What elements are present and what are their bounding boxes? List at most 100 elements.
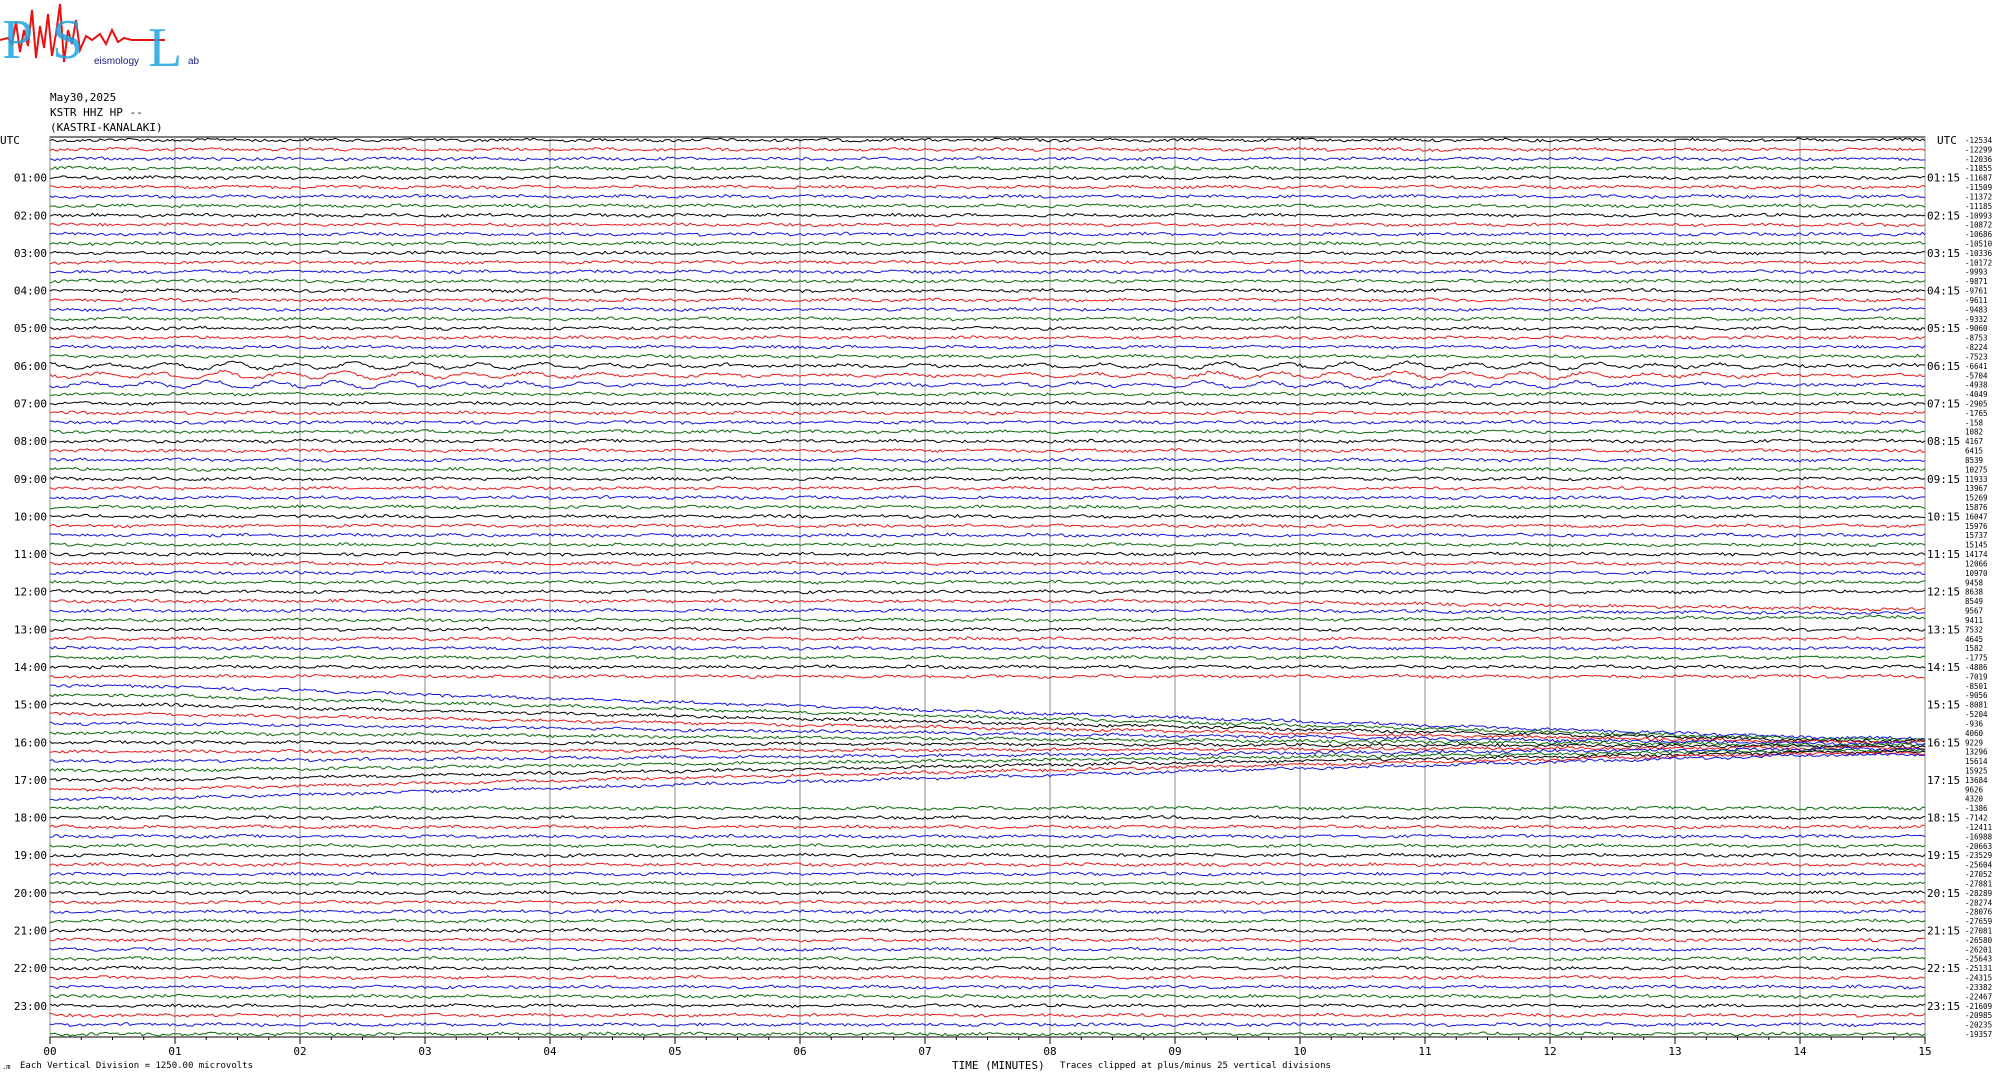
trace-value-label: -27659 xyxy=(1965,917,1992,926)
hour-label-left: 10:00 xyxy=(14,510,47,523)
trace-value-label: 7532 xyxy=(1965,625,1983,634)
seismic-trace xyxy=(49,297,1926,303)
hour-label-right: 02:15 xyxy=(1927,209,1960,222)
hour-label-right: 14:15 xyxy=(1927,661,1960,674)
hour-label-right: 17:15 xyxy=(1927,774,1960,787)
trace-value-label: -12411 xyxy=(1965,823,1992,832)
hour-label-left: 05:00 xyxy=(14,322,47,335)
hour-label-right: 16:15 xyxy=(1927,736,1960,749)
x-axis: 00 01 02 03 04 05 06 07 08 09 10 11 12 13 14 15 xyxy=(43,1037,1932,1058)
hour-label-left: 16:00 xyxy=(14,736,47,749)
seismic-trace xyxy=(49,438,1926,444)
trace-value-label: 4060 xyxy=(1965,729,1984,738)
trace-value-label: -5204 xyxy=(1965,710,1988,719)
seismic-trace xyxy=(49,614,1926,623)
x-tick-label: 08 xyxy=(1043,1045,1056,1058)
seismic-trace xyxy=(49,494,1926,501)
trace-value-label: 15269 xyxy=(1965,494,1988,503)
seismic-trace xyxy=(49,523,1926,529)
trace-value-label: -10336 xyxy=(1965,249,1993,258)
trace-value-label: 4167 xyxy=(1965,437,1983,446)
helicorder-chart: UTC 01:00 02:00 03:00 04:00 05:00 06:00 07:00 08… xyxy=(0,134,1993,1058)
hour-label-left: 22:00 xyxy=(14,962,47,975)
seismic-trace xyxy=(49,937,1926,943)
seismic-trace xyxy=(49,880,1926,886)
seismic-trace xyxy=(49,1003,1926,1009)
trace-value-label: -28289 xyxy=(1965,889,1992,898)
hour-label-right: 01:15 xyxy=(1927,172,1960,185)
hour-label-right: 04:15 xyxy=(1927,285,1960,298)
seismic-trace xyxy=(49,918,1926,924)
seismic-trace xyxy=(49,843,1926,849)
seismic-trace xyxy=(49,288,1926,294)
trace-value-label: -9060 xyxy=(1965,324,1988,333)
seismic-trace xyxy=(49,909,1926,915)
trace-value-label: 9626 xyxy=(1965,785,1984,794)
seismic-trace xyxy=(49,419,1926,425)
seismic-trace xyxy=(49,542,1926,548)
trace-value-label: -22467 xyxy=(1965,992,1992,1001)
trace-value-label: 11933 xyxy=(1965,475,1988,484)
trace-value-label: -20235 xyxy=(1965,1021,1992,1030)
x-tick-label: 07 xyxy=(918,1045,931,1058)
left-axis-unit: UTC xyxy=(0,134,20,147)
corner-mark: .m xyxy=(2,1063,11,1071)
seismic-trace xyxy=(49,636,1926,642)
seismic-trace xyxy=(49,137,1926,143)
trace-value-label: -28274 xyxy=(1965,898,1993,907)
trace-value-label: -1765 xyxy=(1965,409,1988,418)
hour-label-right: 09:15 xyxy=(1927,473,1960,486)
trace-value-label: -9332 xyxy=(1965,315,1988,324)
trace-value-label: -9611 xyxy=(1965,296,1988,305)
seismic-trace xyxy=(49,353,1926,359)
trace-value-label: 1582 xyxy=(1965,644,1983,653)
trace-value-label: -24315 xyxy=(1965,974,1992,983)
hour-label-right: 12:15 xyxy=(1927,586,1960,599)
trace-value-label: -8501 xyxy=(1965,682,1988,691)
trace-value-label: -5704 xyxy=(1965,371,1988,380)
x-tick-label: 04 xyxy=(543,1045,557,1058)
trace-value-label: -9761 xyxy=(1965,287,1988,296)
seismic-trace xyxy=(49,899,1926,905)
seismic-trace xyxy=(49,805,1926,811)
seismic-trace xyxy=(50,504,1926,510)
seismic-trace xyxy=(49,702,1926,744)
x-tick-label: 14 xyxy=(1793,1045,1807,1058)
seismic-trace xyxy=(49,965,1926,971)
x-tick-label: 10 xyxy=(1293,1045,1306,1058)
trace-value-label: -20985 xyxy=(1965,1011,1992,1020)
trace-value-label: 14174 xyxy=(1965,550,1988,559)
seismic-trace xyxy=(49,240,1926,247)
x-tick-label: 00 xyxy=(43,1045,56,1058)
seismic-trace xyxy=(49,852,1926,858)
trace-value-label: -11509 xyxy=(1965,183,1992,192)
seismic-trace xyxy=(49,278,1926,284)
seismic-trace xyxy=(49,222,1926,228)
trace-value-label: 15876 xyxy=(1965,503,1988,512)
trace-value-label: 13684 xyxy=(1965,776,1988,785)
clip-note: Traces clipped at plus/minus 25 vertical… xyxy=(1060,1061,1331,1071)
seismic-trace xyxy=(49,391,1926,397)
seismic-trace xyxy=(49,974,1926,981)
trace-value-label: -10510 xyxy=(1965,240,1993,249)
trace-value-label: -25131 xyxy=(1965,964,1992,973)
right-axis-unit: UTC xyxy=(1937,134,1957,147)
seismic-trace xyxy=(49,400,1926,407)
trace-value-label: -10993 xyxy=(1965,211,1992,220)
trace-value-label: 10970 xyxy=(1965,569,1988,578)
seismic-trace xyxy=(49,607,1926,616)
trace-value-label: 12066 xyxy=(1965,559,1988,568)
trace-value-label: -10172 xyxy=(1965,258,1992,267)
seismic-trace xyxy=(49,683,1926,740)
trace-group xyxy=(49,137,1926,1037)
seismic-trace xyxy=(49,306,1926,313)
trace-value-label: -27881 xyxy=(1965,879,1992,888)
seismic-trace xyxy=(49,927,1926,934)
trace-value-label: 15925 xyxy=(1965,767,1988,776)
x-tick-label: 12 xyxy=(1543,1045,1556,1058)
seismic-trace xyxy=(49,360,1925,372)
trace-value-label: -8753 xyxy=(1965,334,1988,343)
seismic-trace xyxy=(49,513,1926,519)
trace-value-label: -25604 xyxy=(1965,861,1993,870)
trace-value-label: -20663 xyxy=(1965,842,1992,851)
